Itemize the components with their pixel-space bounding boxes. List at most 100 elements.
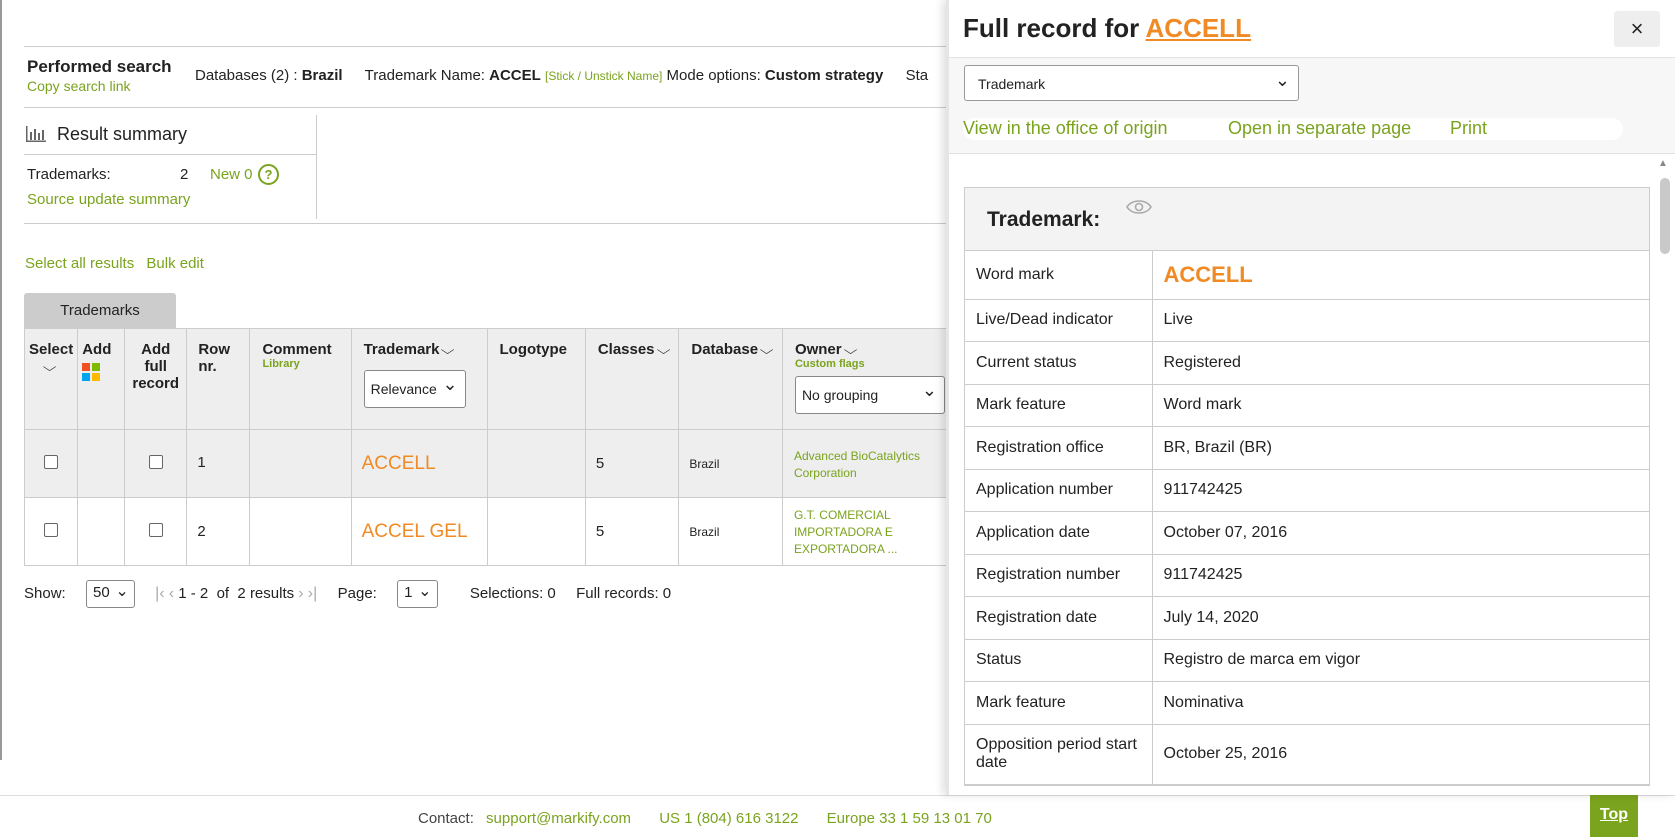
record-field-row: StatusRegistro de marca em vigor [965,639,1649,682]
chevron-down-icon[interactable]: ⌵ [656,343,670,358]
close-button[interactable]: × [1614,11,1660,47]
col-row-nr[interactable]: Row nr. [187,329,250,430]
library-link[interactable]: Library [262,358,346,370]
field-value: ACCELL [1152,251,1649,299]
full-records-count: Full records: 0 [576,585,671,602]
contact-info: Contact: support@markify.com US 1 (804) … [418,810,1016,827]
record-field-row: Mark featureNominativa [965,682,1649,725]
table-row[interactable]: 1 ACCELL 5 Brazil Advanced BioCatalytics… [25,430,950,498]
field-value: October 25, 2016 [1152,724,1649,784]
field-value: 911742425 [1152,469,1649,512]
trademark-link[interactable]: ACCELL [362,453,436,474]
page-select[interactable]: 1 [397,580,437,608]
field-value: October 07, 2016 [1152,512,1649,555]
row-number: 2 [187,498,250,566]
row-select-checkbox[interactable] [44,523,58,537]
contact-label: Contact: [418,810,474,827]
col-database[interactable]: Database⌵ [679,329,783,430]
add-full-record-checkbox[interactable] [149,455,163,469]
record-field-row: Live/Dead indicatorLive [965,299,1649,342]
chevron-down-icon[interactable]: ⌵ [843,343,857,358]
trademark-record: Trademark: Word markACCELLLive/Dead indi… [964,187,1650,786]
field-value: Word mark [1152,384,1649,427]
owner-link[interactable]: Advanced BioCatalytics Corporation [794,449,920,480]
record-field-row: Mark featureWord mark [965,384,1649,427]
bulk-actions: Select all results Bulk edit [25,255,212,272]
row-classes: 5 [585,430,679,498]
panel-scrollbar-thumb[interactable] [1660,178,1670,254]
table-row[interactable]: 2 ACCEL GEL 5 Brazil G.T. COMERCIAL IMPO… [25,498,950,566]
pagination: Show: 50 |‹ ‹ 1 - 2 of 2 results › ›| Pa… [24,580,671,608]
bulk-edit-link[interactable]: Bulk edit [146,255,204,272]
row-database: Brazil [679,430,783,498]
result-summary-title: Result summary [57,124,187,145]
record-fields-table: Word markACCELLLive/Dead indicatorLiveCu… [965,251,1649,785]
scroll-up-arrow-icon[interactable]: ▲ [1658,158,1668,169]
chevron-down-icon[interactable]: ⌵ [760,343,774,358]
custom-flags-link[interactable]: Custom flags [795,358,945,370]
europe-phone-link[interactable]: Europe 33 1 59 13 01 70 [827,810,992,827]
record-type-select[interactable]: Trademark [964,65,1299,101]
show-label: Show: [24,585,66,602]
row-comment[interactable] [250,498,351,566]
result-summary: Result summary Trademarks: 2 New 0 ? Sou… [24,115,317,219]
next-page-icon[interactable]: › [298,585,303,602]
record-field-row: Word markACCELL [965,251,1649,299]
col-select[interactable]: Select ⌵ [25,329,78,430]
add-full-record-checkbox[interactable] [149,523,163,537]
us-phone-link[interactable]: US 1 (804) 616 3122 [659,810,798,827]
tab-trademarks[interactable]: Trademarks [24,293,176,328]
record-field-row: Current statusRegistered [965,342,1649,385]
stick-unstick-link[interactable]: [Stick / Unstick Name] [545,69,662,83]
field-label: Application number [965,469,1152,512]
field-label: Mark feature [965,682,1152,725]
field-value: Registered [1152,342,1649,385]
row-select-checkbox[interactable] [44,455,58,469]
sort-select[interactable]: Relevance [364,370,466,408]
panel-header: Full record for ACCELL × [949,0,1675,58]
trademark-link[interactable]: ACCEL GEL [362,521,468,542]
new-count-link[interactable]: New 0 [210,166,253,183]
record-section-header: Trademark: [965,188,1649,251]
full-record-panel: Full record for ACCELL × Trademark View … [946,0,1675,795]
owner-link[interactable]: G.T. COMERCIAL IMPORTADORA E EXPORTADORA… [794,508,898,556]
performed-search-title: Performed search [27,57,172,77]
field-label: Live/Dead indicator [965,299,1152,342]
mode-options-label: Mode options: [667,67,761,84]
last-page-icon[interactable]: ›| [308,585,317,602]
field-label: Registration office [965,427,1152,470]
panel-title-mark-link[interactable]: ACCELL [1146,13,1251,43]
table-header-row: Select ⌵ Add Add full record Row nr. Com… [25,329,950,430]
windows-logo-icon [82,363,100,381]
trademark-name-label: Trademark Name: [365,67,485,84]
help-icon[interactable]: ? [258,164,279,185]
select-all-results-link[interactable]: Select all results [25,255,134,272]
chevron-down-icon[interactable]: ⌵ [441,343,455,358]
page-label: Page: [338,585,377,602]
grouping-select[interactable]: No grouping [795,376,945,414]
col-classes[interactable]: Classes⌵ [585,329,679,430]
field-label: Status [965,639,1152,682]
record-field-row: Application dateOctober 07, 2016 [965,512,1649,555]
first-page-icon[interactable]: |‹ [155,585,164,602]
back-to-top-button[interactable]: Top [1590,793,1638,837]
col-owner[interactable]: Owner⌵ Custom flags No grouping [782,329,949,430]
page-size-select[interactable]: 50 [86,580,135,608]
prev-page-icon[interactable]: ‹ [169,585,174,602]
col-trademark[interactable]: Trademark⌵ Relevance [351,329,487,430]
chevron-down-icon[interactable]: ⌵ [43,360,57,375]
source-update-summary-link[interactable]: Source update summary [27,191,190,208]
eye-icon[interactable] [1126,198,1152,216]
copy-search-link[interactable]: Copy search link [27,78,131,94]
view-office-origin-link[interactable]: View in the office of origin [963,118,1167,139]
record-field-row: Application number911742425 [965,469,1649,512]
bar-chart-icon [26,126,46,142]
databases-value: Brazil [302,67,343,84]
field-label: Registration date [965,597,1152,640]
row-comment[interactable] [250,430,351,498]
support-email-link[interactable]: support@markify.com [486,810,631,827]
print-link[interactable]: Print [1450,118,1487,139]
open-separate-page-link[interactable]: Open in separate page [1228,118,1411,139]
field-label: Opposition period start date [965,724,1152,784]
col-add: Add [78,329,125,430]
